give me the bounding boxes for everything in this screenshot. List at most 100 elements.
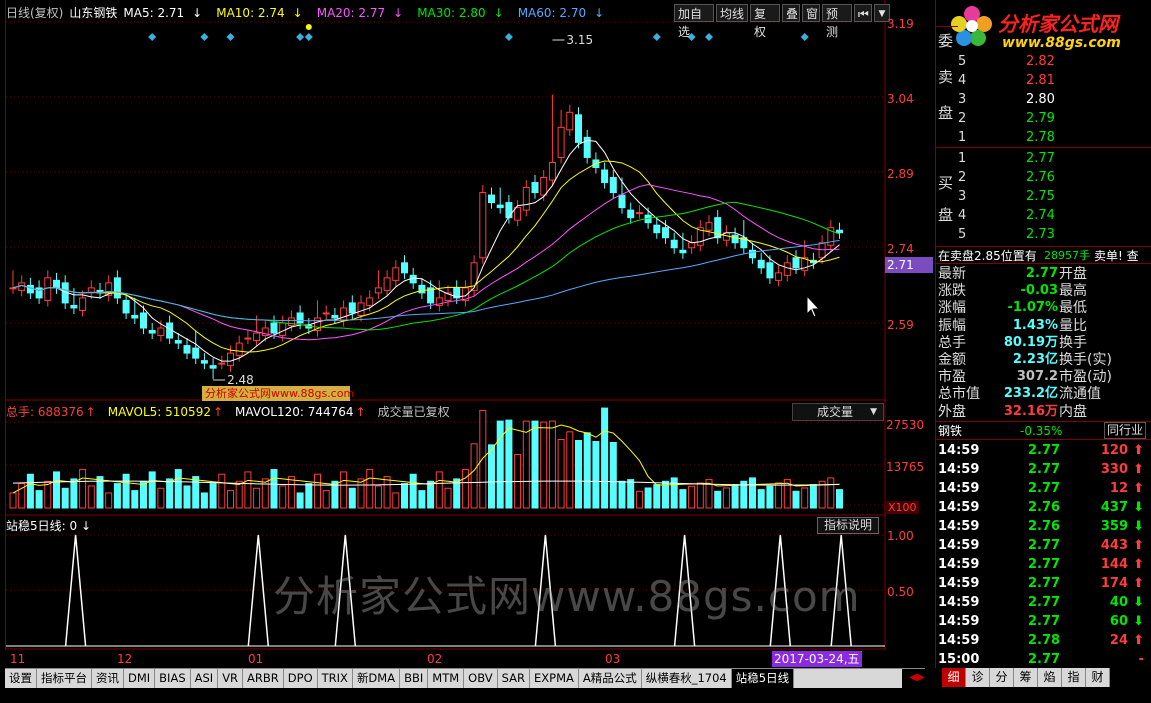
volume-bar (836, 489, 843, 509)
indicator-tab[interactable]: DMI (124, 669, 156, 688)
candle-body (557, 126, 565, 158)
candle-body (209, 365, 217, 369)
toolbar-button[interactable]: 加自选 (674, 4, 714, 39)
indicator-tab[interactable]: 设置 (5, 669, 37, 688)
volume-legend-item: 总手: 688376 ↑ (6, 404, 96, 420)
indicator-tab[interactable]: 站稳5日线 (731, 669, 795, 688)
indicator-tab[interactable]: MTM (428, 669, 465, 688)
indicator-tab[interactable]: EXPMA (530, 669, 579, 688)
right-panel-tab[interactable]: 细 (942, 668, 966, 687)
right-panel-tab[interactable]: 指 (1062, 668, 1086, 687)
volume-bar (366, 469, 374, 509)
indicator-tab[interactable]: 资讯 (92, 669, 124, 688)
volume-bar (348, 487, 356, 509)
quote-value: 2.23亿 (1012, 352, 1058, 367)
volume-bar (87, 485, 95, 509)
right-panel-tab[interactable]: 财 (1086, 668, 1110, 687)
candle-body (522, 187, 530, 211)
tick-row: 14:59 2.77 12 ⬆ (936, 480, 1151, 498)
volume-legend-item: 成交量已复权 (378, 404, 450, 420)
volume-bar (314, 473, 321, 509)
tick-price: 2.77 (1028, 652, 1061, 667)
indicator-tab[interactable]: SAR (498, 669, 530, 688)
toolbar-button[interactable]: 复权 (750, 4, 780, 39)
tick-time: 14:59 (938, 519, 980, 534)
indicator-tab[interactable]: A精品公式 (579, 669, 642, 688)
bid-row[interactable]: 5 2.73 (936, 226, 1151, 244)
indicator-tab[interactable]: BIAS (155, 669, 191, 688)
candle-body (783, 262, 791, 276)
volume-bar (609, 442, 617, 509)
ask-row[interactable]: 1 2.78 (936, 129, 1151, 147)
ask-row[interactable]: 5 2.82 (936, 53, 1151, 71)
kline-chart[interactable]: 3.152.48分析家公式网www.88gs.com (6, 0, 886, 650)
volume-bar (653, 484, 661, 509)
ask-row[interactable]: 4 2.81 (936, 72, 1151, 90)
quote-label: 金额 (938, 352, 966, 368)
candle-body (192, 347, 200, 359)
indicator-tab[interactable]: BBI (400, 669, 429, 688)
volume-bar (279, 485, 287, 509)
tick-price: 2.77 (1028, 595, 1061, 610)
indicator-tab[interactable]: 新DMA (353, 669, 401, 688)
ask-row[interactable]: 2 2.79 (936, 110, 1151, 128)
indicator-tab[interactable]: ASI (191, 669, 219, 688)
bid-row[interactable]: 2 2.76 (936, 169, 1151, 187)
toolbar-button[interactable]: 预测 (822, 4, 852, 39)
toolbar-button[interactable]: 均线 (716, 4, 748, 22)
arrow-down-icon: ↓ (292, 6, 303, 20)
tick-row: 14:59 2.76 437 ⬇ (936, 499, 1151, 517)
right-panel-tab[interactable]: 诊 (966, 668, 990, 687)
volume-bar (792, 490, 800, 509)
ma-legend-item: MA30: 2.80 ↓ (417, 5, 509, 21)
volume-bar (479, 409, 487, 509)
indicator-tab[interactable]: TRIX (318, 669, 353, 688)
right-panel-tab[interactable]: 筹 (1014, 668, 1038, 687)
arrow-right-icon[interactable]: ▶ (917, 672, 925, 683)
toolbar-button[interactable]: 窗 (802, 4, 820, 22)
tick-price: 2.77 (1028, 576, 1061, 591)
toolbar-button[interactable]: 叠 (782, 4, 800, 22)
volume-bar (505, 419, 513, 509)
tip-line[interactable]: 在卖盘2.85位置有 28957手 卖单! 查 (936, 246, 1151, 264)
arrow-down-icon: ↓ (393, 6, 404, 20)
volume-bar (461, 469, 469, 509)
indicator-tab[interactable]: OBV (464, 669, 498, 688)
right-panel-tab[interactable]: 焰 (1038, 668, 1062, 687)
right-panel-tab[interactable]: 分 (990, 668, 1014, 687)
ask-row[interactable]: 3 2.80 (936, 91, 1151, 109)
ma-legend-item: MA5: 2.71 ↓ (123, 5, 208, 21)
volume-bar (235, 480, 243, 509)
ask-level: 1 (958, 130, 967, 145)
quote-label-right: 流通值 (1059, 386, 1101, 403)
bid-row[interactable]: 1 2.77 (936, 150, 1151, 168)
volume-bar (496, 420, 504, 509)
indicator-tab[interactable]: 纵横春秋_1704 (642, 669, 732, 688)
volume-bar (322, 490, 330, 509)
volume-bar (183, 485, 191, 509)
volume-dropdown[interactable]: 成交量 ▼ (792, 403, 884, 421)
volume-bar (79, 469, 87, 509)
indicator-tab[interactable]: DPO (284, 669, 318, 688)
tick-price: 2.77 (1028, 614, 1061, 629)
bid-row[interactable]: 3 2.75 (936, 188, 1151, 206)
sector-row[interactable]: 钢铁 -0.35% 同行业 (936, 421, 1151, 440)
bid-row[interactable]: 4 2.74 (936, 207, 1151, 225)
quote-row: 总市值 233.2亿 流通值 (936, 385, 1151, 403)
collapse-icon[interactable]: ⏮ (854, 4, 872, 22)
candle-body (227, 352, 234, 367)
indicator-tab[interactable]: VR (218, 669, 244, 688)
chart-header: 日线(复权) 山东钢铁 MA5: 2.71 ↓ MA10: 2.74 ↓ MA20: 2… (6, 5, 624, 21)
volume-legend-label: MAVOL120: 744764 (235, 405, 354, 419)
tick-time: 14:59 (938, 595, 980, 610)
volume-axis-label: 13765 (886, 460, 925, 474)
indicator-help-button[interactable]: 指标说明 (817, 517, 879, 534)
arrow-left-icon[interactable]: ◀ (909, 672, 917, 683)
same-industry-button[interactable]: 同行业 (1104, 422, 1147, 439)
tick-time: 14:59 (938, 481, 980, 496)
indicator-tab[interactable]: 指标平台 (37, 669, 92, 688)
indicator-tab[interactable]: ARBR (243, 669, 284, 688)
volume-bar (601, 407, 609, 509)
candle-body (688, 242, 696, 249)
tab-scroll-arrows[interactable]: ◀▶ (902, 669, 932, 688)
